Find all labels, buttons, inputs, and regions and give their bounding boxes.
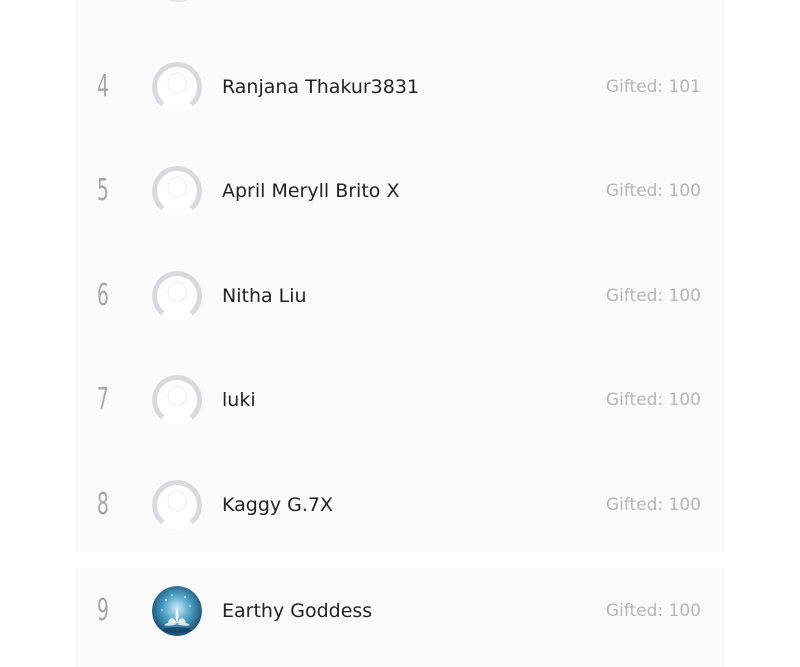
gifted-count: Gifted: 100 — [605, 181, 701, 201]
default-avatar-icon[interactable] — [152, 62, 202, 112]
default-avatar-icon[interactable] — [152, 271, 202, 321]
gifted-count: Gifted: 100 — [605, 495, 701, 515]
leaderboard-row[interactable]: 6 Nitha Liu Gifted: 100 — [75, 244, 725, 348]
default-avatar-icon[interactable] — [152, 166, 202, 216]
rank-number: 9 — [97, 593, 109, 628]
user-name[interactable]: April Meryll Brito X — [222, 139, 399, 243]
user-name[interactable]: Earthy Goddess — [222, 559, 372, 663]
user-name[interactable]: luki — [222, 348, 256, 452]
leaderboard-row[interactable]: 8 Kaggy G.7X Gifted: 100 — [75, 453, 725, 557]
leaderboard-row[interactable]: 5 April Meryll Brito X Gifted: 100 — [75, 139, 725, 243]
rank-number: 8 — [97, 487, 109, 522]
rank-number: 6 — [97, 278, 109, 313]
leaderboard-row[interactable]: 7 luki Gifted: 100 — [75, 348, 725, 452]
leaderboard-row[interactable]: 9 Earthy Goddess Gifted: 100 — [75, 559, 725, 663]
gifted-count: Gifted: 100 — [605, 390, 701, 410]
rank-number: 7 — [97, 382, 109, 417]
gifted-count: Gifted: 100 — [605, 601, 701, 621]
user-name[interactable]: Kaggy G.7X — [222, 453, 333, 557]
leaderboard-row[interactable]: 4 Ranjana Thakur3831 Gifted: 101 — [75, 35, 725, 139]
default-avatar-icon[interactable] — [152, 375, 202, 425]
default-avatar-icon[interactable] — [152, 480, 202, 530]
gifted-count: Gifted: 101 — [605, 77, 701, 97]
rank-number: 5 — [97, 173, 109, 208]
user-name[interactable]: Ranjana Thakur3831 — [222, 35, 419, 139]
rank-number: 4 — [97, 69, 109, 104]
gifted-count: Gifted: 100 — [605, 286, 701, 306]
user-name[interactable]: Nitha Liu — [222, 244, 307, 348]
gift-leaderboard-screen: 4 Ranjana Thakur3831 Gifted: 101 5 April… — [0, 0, 800, 667]
lotus-photo-avatar-icon[interactable] — [152, 586, 202, 636]
